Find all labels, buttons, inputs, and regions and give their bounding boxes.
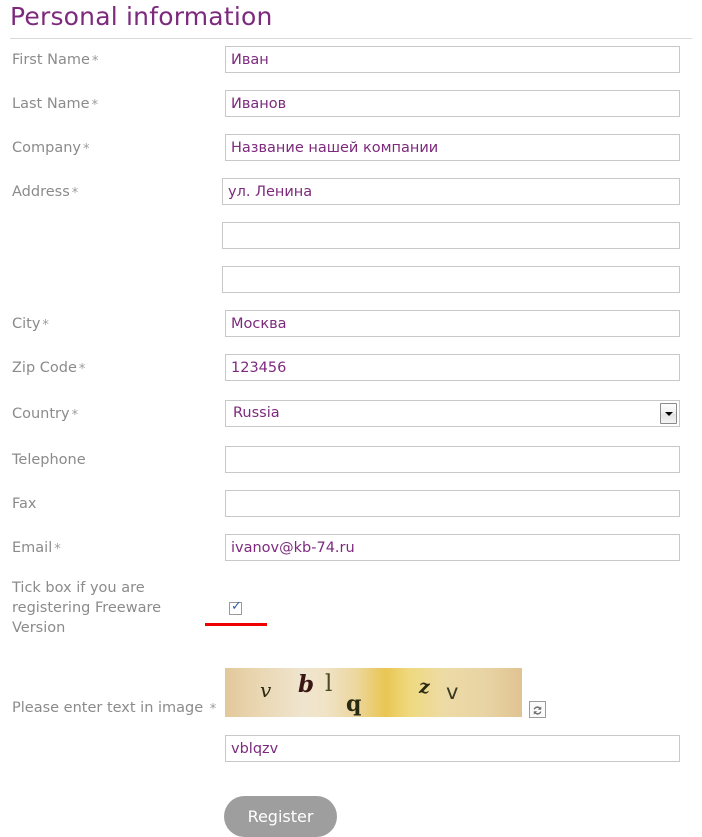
company-input[interactable] [225,134,680,161]
label-first-name-text: First Name [12,52,90,68]
label-last-name-text: Last Name [12,96,90,112]
label-city-text: City [12,316,40,332]
label-country: Country* [12,404,78,426]
label-fax: Fax [12,494,36,514]
captcha-letter-5: z [419,678,430,697]
register-button[interactable]: Register [224,796,337,837]
freeware-underline-marker [205,623,267,626]
label-first-name: First Name* [12,50,98,72]
label-captcha: Please enter text in image * [12,698,227,720]
required-marker: * [70,186,79,201]
zip-code-input[interactable] [225,354,680,381]
required-marker: * [77,362,86,377]
captcha-letter-4: q [346,693,361,715]
city-input[interactable] [225,310,680,337]
captcha-image: v b l q z v [225,668,522,717]
label-email-text: Email [12,540,52,556]
label-zip-code: Zip Code* [12,358,85,380]
address-line-3-input[interactable] [222,266,680,293]
label-captcha-text: Please enter text in image [12,700,203,716]
required-marker: * [52,542,61,557]
required-marker: * [90,98,99,113]
registration-form-page: Personal information First Name* Last Na… [0,0,702,837]
address-line-1-input[interactable] [222,178,680,205]
refresh-icon[interactable] [529,701,546,718]
required-marker: * [40,318,49,333]
captcha-letter-2: b [298,673,314,696]
captcha-letter-6: v [446,682,458,703]
check-icon: ✓ [231,600,242,613]
telephone-input[interactable] [225,446,680,473]
page-title: Personal information [10,2,273,31]
captcha-answer-input[interactable] [225,735,680,762]
label-email: Email* [12,538,61,560]
label-last-name: Last Name* [12,94,98,116]
freeware-checkbox[interactable]: ✓ [229,602,242,615]
country-select-value: Russia [233,401,280,426]
label-address: Address* [12,182,78,204]
required-marker: * [208,702,217,717]
label-freeware: Tick box if you are registering Freeware… [12,578,212,638]
label-telephone: Telephone [12,450,86,470]
label-country-text: Country [12,406,70,422]
required-marker: * [81,142,90,157]
label-company-text: Company [12,140,81,156]
country-select[interactable]: Russia [225,400,680,427]
fax-input[interactable] [225,490,680,517]
last-name-input[interactable] [225,90,680,117]
label-company: Company* [12,138,89,160]
captcha-letter-3: l [325,673,332,696]
chevron-down-icon[interactable] [660,403,677,424]
label-city: City* [12,314,49,336]
email-input[interactable] [225,534,680,561]
required-marker: * [90,54,99,69]
address-line-2-input[interactable] [222,222,680,249]
label-zip-code-text: Zip Code [12,360,77,376]
title-divider [10,38,692,39]
required-marker: * [70,408,79,423]
first-name-input[interactable] [225,46,680,73]
label-address-text: Address [12,184,70,200]
captcha-letter-1: v [260,680,271,700]
